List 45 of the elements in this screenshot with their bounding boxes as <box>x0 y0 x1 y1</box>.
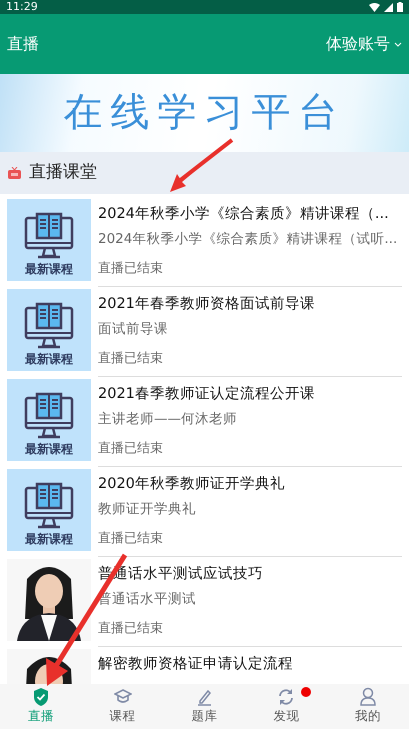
course-subtitle: 主讲老师——何沐老师 <box>98 410 238 429</box>
annotation-arrow <box>170 138 234 192</box>
battery-icon <box>397 2 403 12</box>
course-title: 2020年秋季教师证开学典礼 <box>98 475 286 494</box>
course-item[interactable]: 2021春季教师证认定流程公开课 主讲老师——何沐老师 直播已结束 <box>98 379 402 467</box>
account-dropdown[interactable]: 体验账号 <box>326 32 402 56</box>
status-time: 11:29 <box>6 0 38 15</box>
course-title: 2021年春季教师资格面试前导课 <box>98 295 316 314</box>
tv-icon <box>8 167 21 179</box>
course-title: 2021春季教师证认定流程公开课 <box>98 384 316 404</box>
live-status: 直播已结束 <box>98 350 164 368</box>
wifi-icon <box>369 2 380 12</box>
course-item[interactable]: 2020年秋季教师证开学典礼 教师证开学典礼 直播已结束 <box>98 469 402 557</box>
tab[interactable]: 课程 <box>82 684 164 729</box>
thumbnail-label: 最新课程 <box>25 531 73 548</box>
caret-icon <box>394 42 402 46</box>
thumbnail-label: 最新课程 <box>25 261 73 278</box>
pencil-icon <box>195 687 214 708</box>
banner-title: 在线学习平台 <box>64 88 346 137</box>
course-item[interactable]: 2021年春季教师资格面试前导课 面试前导课 直播已结束 <box>98 289 402 377</box>
course-subtitle: 面试前导课 <box>98 320 169 339</box>
thumbnail-label: 最新课程 <box>25 351 73 368</box>
shield-check-icon <box>32 687 50 708</box>
tab[interactable]: 我的 <box>327 684 409 729</box>
page-title: 直播 <box>7 33 39 55</box>
monitor-book-icon <box>23 302 75 350</box>
live-status: 直播已结束 <box>98 440 164 458</box>
course-subtitle: 教师证开学典礼 <box>98 500 197 519</box>
thumbnail-label: 最新课程 <box>25 441 73 458</box>
live-status: 直播已结束 <box>98 260 164 278</box>
live-status: 直播已结束 <box>98 530 164 548</box>
monitor-book-icon <box>23 482 75 530</box>
monitor-book-icon <box>23 212 75 260</box>
course-title: 2024年秋季小学《综合素质》精讲课程（... <box>98 205 390 224</box>
signal-icon <box>384 2 393 12</box>
section-title: 直播课堂 <box>29 161 97 184</box>
course-subtitle: 2024年秋季小学《综合素质》精讲课程（试听... <box>98 230 398 249</box>
course-title: 解密教师资格证申请认定流程 <box>98 654 294 674</box>
tab[interactable]: 发现 <box>245 684 328 729</box>
live-status: 直播已结束 <box>98 620 164 638</box>
refresh-icon <box>277 687 296 708</box>
monitor-book-icon <box>23 392 75 440</box>
person-icon <box>359 687 378 708</box>
tab[interactable]: 题库 <box>164 684 246 729</box>
course-item[interactable]: 2024年秋季小学《综合素质》精讲课程（... 2024年秋季小学《综合素质》精讲课程（试听... 直播已结束 <box>98 199 402 287</box>
